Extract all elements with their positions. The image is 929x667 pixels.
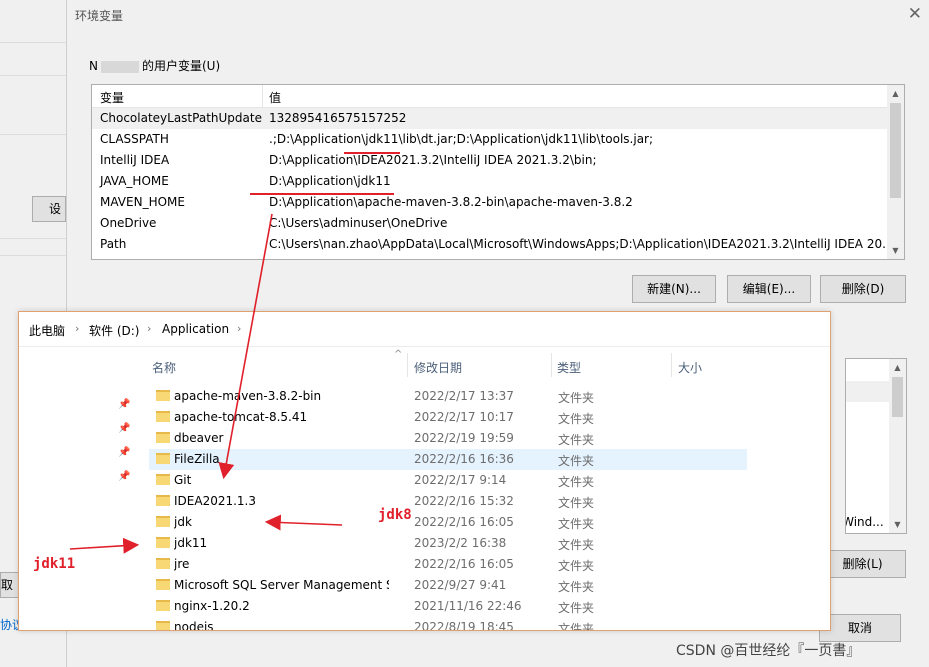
arrow-jdk11 bbox=[69, 537, 140, 554]
arrow-javahome-to-jdk11 bbox=[218, 213, 273, 480]
annotation-arrows bbox=[69, 213, 343, 554]
arrow-jdk8 bbox=[264, 514, 343, 531]
annotation-jdk11: jdk11 bbox=[33, 556, 76, 572]
watermark: CSDN @百世经纶『一页書』 bbox=[676, 643, 861, 659]
annotation-jdk8: jdk8 bbox=[378, 507, 412, 523]
